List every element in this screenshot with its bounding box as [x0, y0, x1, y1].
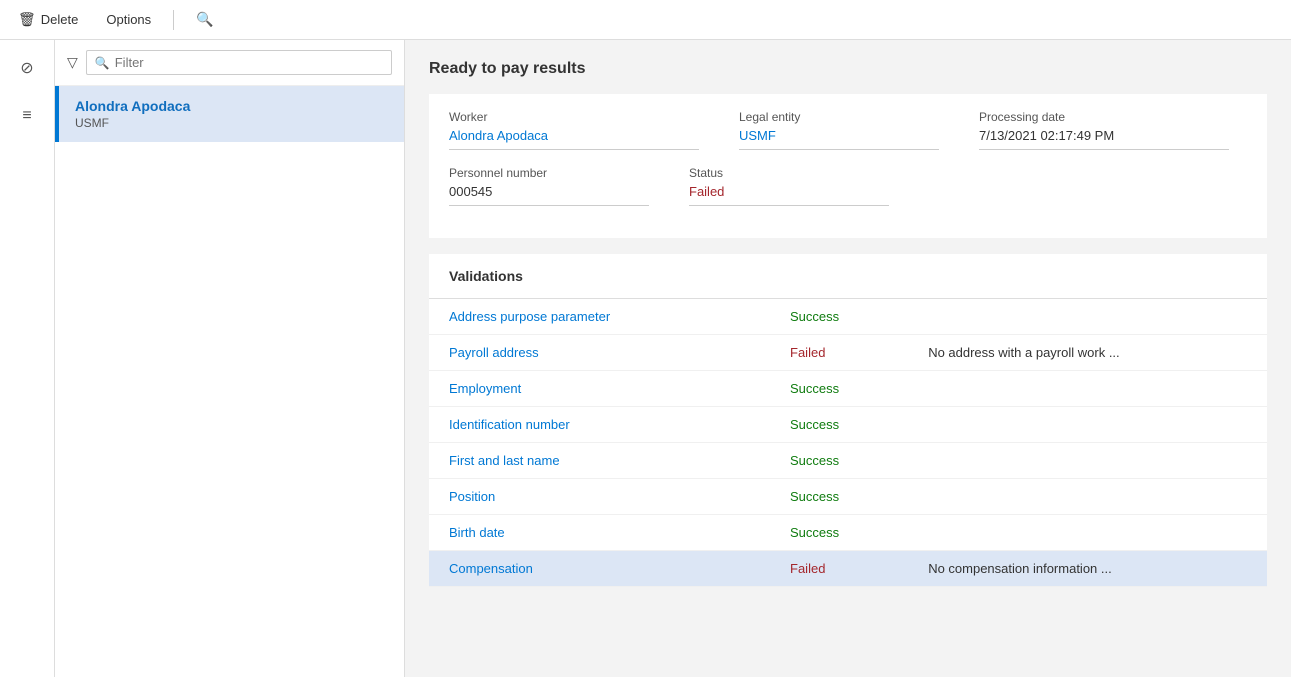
sidebar-item-sub: USMF [75, 116, 388, 130]
validations-title: Validations [429, 254, 1267, 299]
validation-status: Success [770, 299, 908, 335]
toolbar-divider [173, 10, 174, 30]
table-row: Birth dateSuccess [429, 515, 1267, 551]
content-area: Ready to pay results Worker Alondra Apod… [405, 40, 1291, 677]
form-row-1: Worker Alondra Apodaca Legal entity USMF… [449, 110, 1247, 150]
validation-name: Identification number [429, 407, 770, 443]
worker-label: Worker [449, 110, 699, 124]
validation-name: Payroll address [429, 335, 770, 371]
sidebar: ▽ 🔍 Alondra Apodaca USMF [55, 40, 405, 677]
validation-name: Address purpose parameter [429, 299, 770, 335]
validations-section: Validations Address purpose parameterSuc… [429, 254, 1267, 587]
nav-menu-icon[interactable]: ≡ [9, 98, 45, 134]
validation-name: Birth date [429, 515, 770, 551]
validation-message [908, 515, 1267, 551]
status-value: Failed [689, 184, 889, 206]
filter-input-wrap[interactable]: 🔍 [86, 50, 392, 75]
main-layout: ⊘ ≡ ▽ 🔍 Alondra Apodaca USMF Ready to pa… [0, 40, 1291, 677]
filter-icon: ▽ [67, 54, 78, 71]
status-label: Status [689, 166, 889, 180]
legal-entity-value: USMF [739, 128, 939, 150]
table-row: CompensationFailedNo compensation inform… [429, 551, 1267, 587]
table-row: PositionSuccess [429, 479, 1267, 515]
page-title: Ready to pay results [429, 60, 1267, 78]
nav-panel: ⊘ ≡ [0, 40, 55, 677]
table-row: Address purpose parameterSuccess [429, 299, 1267, 335]
legal-entity-field: Legal entity USMF [739, 110, 939, 150]
validation-message [908, 371, 1267, 407]
table-row: Identification numberSuccess [429, 407, 1267, 443]
validation-name: Employment [429, 371, 770, 407]
status-field: Status Failed [689, 166, 889, 206]
sidebar-filter-bar: ▽ 🔍 [55, 40, 404, 86]
validation-status: Failed [770, 551, 908, 587]
validations-table: Address purpose parameterSuccessPayroll … [429, 299, 1267, 587]
sidebar-list: Alondra Apodaca USMF [55, 86, 404, 677]
validation-status: Success [770, 371, 908, 407]
form-section: Worker Alondra Apodaca Legal entity USMF… [429, 94, 1267, 238]
validation-message [908, 479, 1267, 515]
nav-filter-icon[interactable]: ⊘ [9, 50, 45, 86]
processing-date-label: Processing date [979, 110, 1229, 124]
toolbar: 🗑 Delete Options 🔍 [0, 0, 1291, 40]
validation-status: Success [770, 515, 908, 551]
filter-search-icon: 🔍 [95, 56, 110, 70]
validation-status: Success [770, 443, 908, 479]
search-button[interactable]: 🔍 [190, 7, 219, 32]
sidebar-item-name: Alondra Apodaca [75, 98, 388, 114]
table-row: First and last nameSuccess [429, 443, 1267, 479]
search-icon: 🔍 [196, 11, 213, 28]
table-row: EmploymentSuccess [429, 371, 1267, 407]
options-button[interactable]: Options [100, 8, 157, 31]
validation-message [908, 407, 1267, 443]
validation-status: Success [770, 407, 908, 443]
validation-message [908, 443, 1267, 479]
filter-input[interactable] [115, 55, 383, 70]
validation-name: Position [429, 479, 770, 515]
legal-entity-label: Legal entity [739, 110, 939, 124]
validation-status: Failed [770, 335, 908, 371]
form-row-2: Personnel number 000545 Status Failed [449, 166, 1247, 206]
worker-field: Worker Alondra Apodaca [449, 110, 699, 150]
personnel-number-value: 000545 [449, 184, 649, 206]
validation-message [908, 299, 1267, 335]
personnel-number-label: Personnel number [449, 166, 649, 180]
delete-button[interactable]: 🗑 Delete [12, 7, 84, 32]
validation-message: No compensation information ... [908, 551, 1267, 587]
validation-name: First and last name [429, 443, 770, 479]
delete-label: Delete [41, 12, 79, 27]
processing-date-field: Processing date 7/13/2021 02:17:49 PM [979, 110, 1229, 150]
validation-name: Compensation [429, 551, 770, 587]
validation-status: Success [770, 479, 908, 515]
worker-value: Alondra Apodaca [449, 128, 699, 150]
options-label: Options [106, 12, 151, 27]
sidebar-item-alondra[interactable]: Alondra Apodaca USMF [55, 86, 404, 142]
processing-date-value: 7/13/2021 02:17:49 PM [979, 128, 1229, 150]
validation-message: No address with a payroll work ... [908, 335, 1267, 371]
personnel-number-field: Personnel number 000545 [449, 166, 649, 206]
delete-icon: 🗑 [18, 11, 36, 28]
table-row: Payroll addressFailedNo address with a p… [429, 335, 1267, 371]
